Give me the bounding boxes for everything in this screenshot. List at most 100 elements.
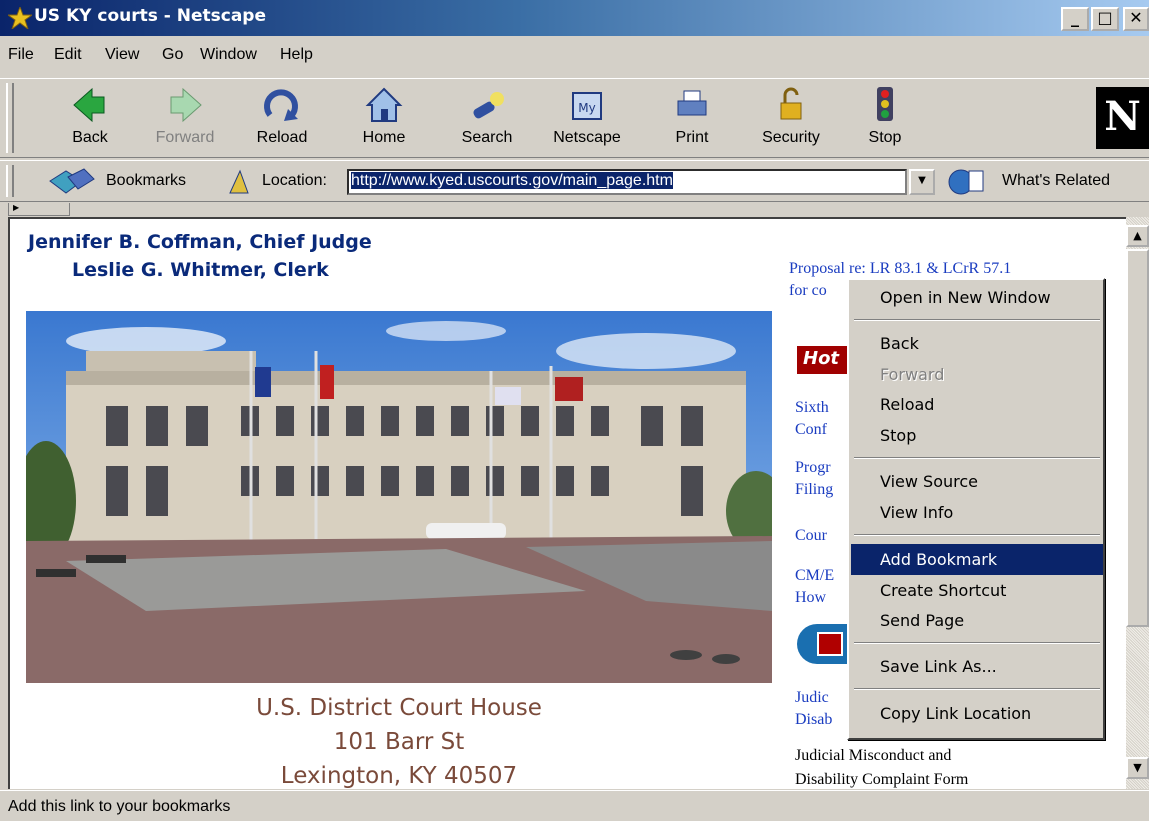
search-label: Search [461, 129, 513, 146]
url-text: http://www.kyed.uscourts.gov/main_page.h… [351, 172, 673, 189]
hot-badge: Hot [797, 346, 849, 374]
back-button[interactable]: Back [50, 83, 130, 155]
search-button[interactable]: Search [447, 83, 527, 155]
menu-create-shortcut[interactable]: Create Shortcut [851, 575, 1103, 606]
svg-text:My: My [578, 101, 595, 115]
back-arrow-icon [73, 87, 105, 123]
print-label: Print [675, 129, 709, 146]
menu-go[interactable]: Go [162, 46, 183, 64]
padlock-icon [780, 87, 802, 120]
court-link[interactable]: Cour [795, 527, 827, 545]
location-label: Location: [262, 172, 327, 189]
maximize-button[interactable]: □ [1091, 7, 1119, 31]
judicial-misconduct-text: Judicial Misconduct and [795, 747, 952, 764]
bookmarks-button[interactable]: Bookmarks [106, 172, 186, 190]
my-netscape-icon: My [572, 92, 602, 120]
collapsed-toolbar-tab-strip: ▶ [0, 203, 1149, 217]
menu-copy-link-location[interactable]: Copy Link Location [851, 698, 1103, 729]
judicial-disability-link[interactable]: Judic [795, 689, 829, 707]
status-text: Add this link to your bookmarks [8, 798, 231, 815]
menu-separator [854, 457, 1100, 459]
print-button[interactable]: Print [652, 83, 732, 155]
judicial-disability-link-line-2[interactable]: Disab [795, 711, 832, 729]
proposal-link[interactable]: Proposal re: LR 83.1 & LCrR 57.1 [789, 260, 1011, 278]
reload-button[interactable]: Reload [242, 83, 322, 155]
menu-reload[interactable]: Reload [851, 389, 1103, 420]
menu-separator [854, 688, 1100, 690]
printer-icon [677, 90, 707, 116]
clerk-heading: Leslie G. Whitmer, Clerk [72, 259, 329, 281]
forward-label: Forward [155, 129, 215, 146]
status-bar: Add this link to your bookmarks [0, 790, 1149, 821]
menu-bar: File Edit View Go Window Help [0, 37, 1149, 73]
bookmarks-icon[interactable] [48, 167, 98, 197]
menu-stop[interactable]: Stop [851, 420, 1103, 451]
stop-traffic-light-icon [877, 87, 893, 121]
scroll-down-button[interactable]: ▼ [1126, 757, 1149, 779]
link-context-menu: Open in New Window Back Forward Reload S… [847, 278, 1105, 740]
menu-forward[interactable]: Forward [851, 359, 1103, 390]
cmecf-link[interactable]: CM/E [795, 567, 834, 585]
scroll-up-button[interactable]: ▲ [1126, 225, 1149, 247]
menu-add-bookmark[interactable]: Add Bookmark [851, 544, 1103, 575]
search-flashlight-icon [473, 92, 504, 119]
menu-help[interactable]: Help [280, 46, 313, 64]
netscape-label: Netscape [553, 129, 621, 146]
menu-view[interactable]: View [105, 46, 139, 64]
pdf-icon [817, 632, 843, 656]
menu-open-in-new-window[interactable]: Open in New Window [851, 282, 1103, 313]
back-label: Back [72, 129, 108, 146]
location-toolbar: Bookmarks Location: http://www.kyed.usco… [0, 160, 1149, 202]
forward-arrow-icon [170, 87, 202, 123]
location-page-icon[interactable] [226, 169, 252, 195]
scroll-thumb[interactable] [1126, 249, 1149, 627]
menu-view-info[interactable]: View Info [851, 497, 1103, 528]
caption-line-1: U.S. District Court House [256, 695, 542, 721]
title-bar: US KY courts - Netscape _ □ ✕ [0, 0, 1149, 36]
my-netscape-button[interactable]: My Netscape [547, 83, 627, 155]
security-label: Security [762, 129, 820, 146]
sixth-circuit-link-line-2[interactable]: Conf [795, 421, 827, 439]
close-button[interactable]: ✕ [1123, 7, 1149, 31]
judicial-misconduct-text-line-2: Disability Complaint Form [795, 771, 969, 788]
whats-related-button[interactable]: What's Related [1002, 172, 1110, 190]
url-input[interactable]: http://www.kyed.uscourts.gov/main_page.h… [347, 169, 907, 195]
forward-button[interactable]: Forward [145, 83, 225, 155]
location-toolbar-grip[interactable] [6, 165, 14, 197]
caption-line-2: 101 Barr St [333, 729, 465, 755]
menu-edit[interactable]: Edit [54, 46, 82, 64]
menu-file[interactable]: File [8, 46, 34, 64]
reload-icon [264, 89, 298, 121]
url-history-dropdown[interactable]: ▼ [909, 169, 935, 195]
reload-label: Reload [256, 129, 308, 146]
collapsed-toolbar-tab[interactable]: ▶ [8, 203, 70, 216]
vertical-scrollbar[interactable]: ▲ ▼ [1126, 217, 1149, 789]
stop-label: Stop [868, 129, 902, 146]
menu-send-page[interactable]: Send Page [851, 605, 1103, 636]
courthouse-photo [26, 311, 772, 683]
menu-save-link-as[interactable]: Save Link As... [851, 651, 1103, 682]
security-button[interactable]: Security [751, 83, 831, 155]
cmecf-how-link[interactable]: How [795, 589, 826, 607]
netscape-app-icon [8, 7, 32, 29]
chief-judge-heading: Jennifer B. Coffman, Chief Judge [28, 231, 372, 253]
menu-back[interactable]: Back [851, 328, 1103, 359]
netscape-logo[interactable]: N [1096, 87, 1149, 149]
caption-line-3: Lexington, KY 40507 [280, 763, 518, 789]
toolbar-grip[interactable] [6, 83, 14, 153]
whats-related-icon[interactable] [947, 167, 987, 197]
program-filing-link-line-2[interactable]: Filing [795, 481, 833, 499]
menu-view-source[interactable]: View Source [851, 466, 1103, 497]
program-filing-link[interactable]: Progr [795, 459, 831, 477]
menu-separator [854, 319, 1100, 321]
sixth-circuit-link[interactable]: Sixth [795, 399, 829, 417]
minimize-button[interactable]: _ [1061, 7, 1089, 31]
menu-separator [854, 642, 1100, 644]
proposal-link-line-2[interactable]: for co [789, 282, 827, 300]
home-button[interactable]: Home [344, 83, 424, 155]
window-title: US KY courts - Netscape [34, 6, 266, 26]
stop-button[interactable]: Stop [845, 83, 925, 155]
menu-separator [854, 534, 1100, 536]
menu-window[interactable]: Window [200, 46, 257, 64]
navigation-toolbar: Back Forward Reload Home Search My Netsc… [0, 78, 1149, 158]
